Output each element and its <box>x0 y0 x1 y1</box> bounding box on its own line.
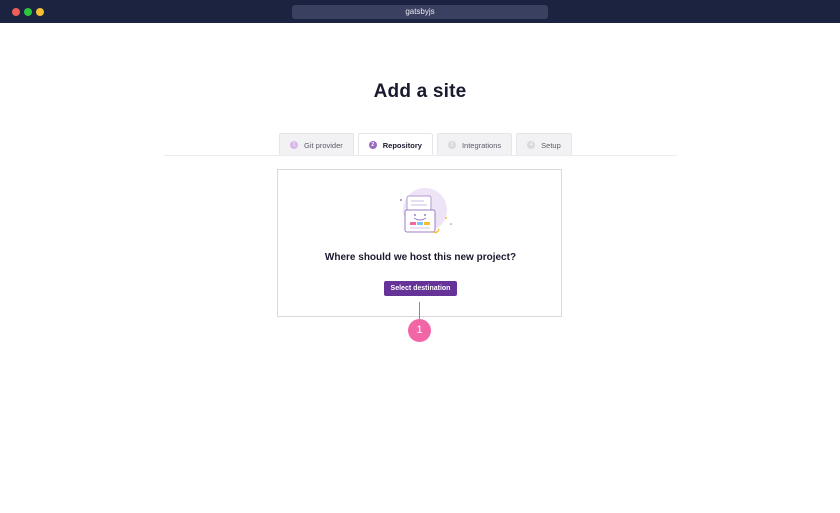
address-bar[interactable]: gatsbyjs <box>292 5 548 19</box>
destination-card: Where should we host this new project? S… <box>277 169 562 317</box>
step-tabs: 1 Git provider 2 Repository 3 Integratio… <box>279 133 572 156</box>
select-destination-button[interactable]: Select destination <box>384 281 457 296</box>
tab-label: Integrations <box>461 140 502 150</box>
window-titlebar: gatsbyjs <box>0 0 840 23</box>
tab-integrations[interactable]: 3 Integrations <box>436 133 513 156</box>
tab-label: Git provider <box>304 140 343 150</box>
tabs-divider <box>164 155 677 156</box>
step-number: 4 <box>527 141 536 149</box>
step-number: 2 <box>368 141 377 149</box>
tab-label: Repository <box>382 140 422 150</box>
annotation-badge: 1 <box>408 319 431 342</box>
page-title: Add a site <box>373 81 467 102</box>
tab-repository[interactable]: 2 Repository <box>357 133 433 156</box>
step-number: 3 <box>447 141 456 149</box>
tab-label: Setup <box>541 140 561 150</box>
maximize-window-icon[interactable] <box>36 8 44 16</box>
site-illustration-icon <box>400 188 452 234</box>
minimize-window-icon[interactable] <box>24 8 32 16</box>
step-number: 1 <box>290 141 298 149</box>
close-window-icon[interactable] <box>12 8 20 16</box>
destination-question: Where should we host this new project? <box>324 252 517 263</box>
tab-git-provider[interactable]: 1 Git provider <box>279 133 354 156</box>
tab-setup[interactable]: 4 Setup <box>516 133 572 156</box>
